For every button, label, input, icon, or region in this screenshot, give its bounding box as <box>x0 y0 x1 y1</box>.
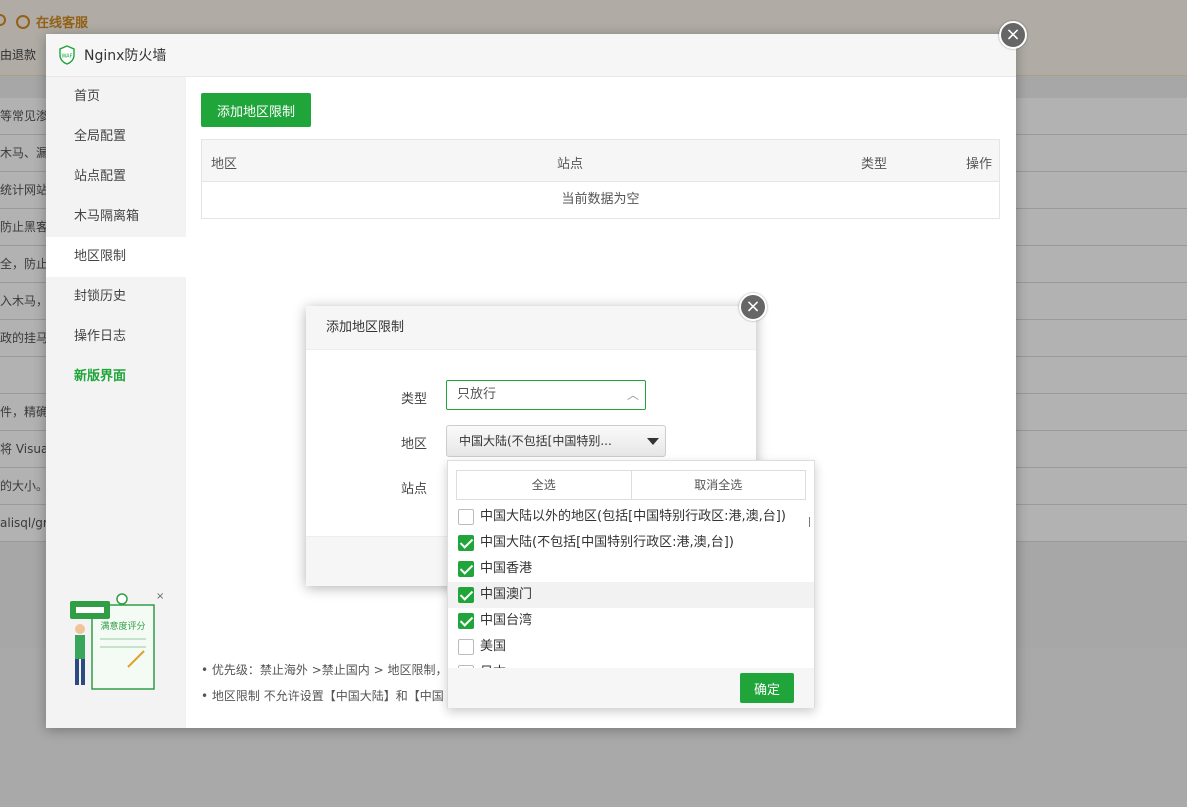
waf-shield-icon: WAF <box>59 45 75 65</box>
sidebar-item-region-limit[interactable]: 地区限制 <box>46 237 186 277</box>
region-option-label: 美国 <box>480 639 507 654</box>
region-option[interactable]: 中国台湾 <box>448 608 814 634</box>
checkbox-checked[interactable] <box>458 561 474 577</box>
chevron-up-icon: ︿ <box>626 388 639 402</box>
waf-logo-text: WAF <box>62 54 73 60</box>
region-option[interactable]: 美国 <box>448 634 814 660</box>
column-header-site: 站点 <box>557 157 584 172</box>
add-region-limit-button[interactable]: 添加地区限制 <box>201 93 311 127</box>
checkbox-checked[interactable] <box>458 587 474 603</box>
dialog-title: 添加地区限制 <box>306 306 756 350</box>
sidebar-item-operation-log[interactable]: 操作日志 <box>46 317 186 357</box>
close-waf-button[interactable]: × <box>999 21 1027 49</box>
select-all-button[interactable]: 全选 <box>457 471 632 499</box>
region-select[interactable]: 中国大陆(不包括[中国特别... <box>446 425 666 457</box>
region-option[interactable]: 日本 <box>448 660 814 668</box>
region-limit-table: 地区 站点 类型 操作 当前数据为空 <box>201 139 1000 219</box>
sidebar-item-block-history[interactable]: 封锁历史 <box>46 277 186 317</box>
confirm-button[interactable]: 确定 <box>740 673 794 703</box>
checkbox-checked[interactable] <box>458 613 474 629</box>
region-select-value: 中国大陆(不包括[中国特别... <box>459 434 612 448</box>
region-option[interactable]: 中国澳门 <box>448 582 814 608</box>
sidebar-item-new-ui[interactable]: 新版界面 <box>46 357 186 397</box>
region-option[interactable]: 中国大陆以外的地区(包括[中国特别行政区:港,澳,台]) <box>448 504 814 530</box>
scrollbar-thumb[interactable] <box>809 517 810 527</box>
waf-header: WAF Nginx防火墙 <box>46 34 1016 77</box>
type-select-value: 只放行 <box>457 387 497 402</box>
column-header-region: 地区 <box>211 157 238 172</box>
dropdown-footer: 确定 <box>448 668 814 708</box>
column-header-type: 类型 <box>861 157 888 172</box>
sidebar-item-home[interactable]: 首页 <box>46 77 186 117</box>
satisfaction-rating-widget[interactable]: 满意度评分 × <box>68 587 163 697</box>
rating-label: 满意度评分 <box>100 620 145 632</box>
type-select[interactable]: 只放行 ︿ <box>446 380 646 410</box>
deselect-all-button[interactable]: 取消全选 <box>632 471 806 499</box>
region-option-label: 中国台湾 <box>480 613 533 628</box>
table-header: 地区 站点 类型 操作 <box>202 140 999 182</box>
region-option-label: 中国大陆以外的地区(包括[中国特别行政区:港,澳,台]) <box>480 509 786 524</box>
region-option[interactable]: 中国大陆(不包括[中国特别行政区:港,澳,台]) <box>448 530 814 556</box>
checkbox-checked[interactable] <box>458 535 474 551</box>
region-option-list: 中国大陆以外的地区(包括[中国特别行政区:港,澳,台]) 中国大陆(不包括[中国… <box>448 504 814 668</box>
region-option[interactable]: 中国香港 <box>448 556 814 582</box>
close-dialog-button[interactable]: × <box>739 293 767 321</box>
site-label: 站点 <box>401 482 428 497</box>
sidebar-item-trojan-quarantine[interactable]: 木马隔离箱 <box>46 197 186 237</box>
checkbox[interactable] <box>458 639 474 655</box>
svg-text:×: × <box>156 591 163 602</box>
help-notes: • 优先级：禁止海外 >禁止国内 > 地区限制，如 • 地区限制 不允许设置【中… <box>201 657 459 709</box>
type-label: 类型 <box>401 392 428 407</box>
empty-table-text: 当前数据为空 <box>561 192 640 207</box>
help-note: • 地区限制 不允许设置【中国大陆】和【中国 <box>201 689 444 703</box>
dropdown-actions: 全选 取消全选 <box>456 470 806 500</box>
sidebar-item-site-config[interactable]: 站点配置 <box>46 157 186 197</box>
region-option-label: 中国大陆(不包括[中国特别行政区:港,澳,台]) <box>480 535 734 550</box>
waf-title: Nginx防火墙 <box>84 48 167 64</box>
help-note: • 优先级：禁止海外 >禁止国内 > 地区限制，如 <box>201 663 460 677</box>
column-header-action: 操作 <box>966 157 993 172</box>
checkbox[interactable] <box>458 509 474 525</box>
sidebar-item-global-config[interactable]: 全局配置 <box>46 117 186 157</box>
region-option-label: 中国香港 <box>480 561 533 576</box>
region-dropdown: 全选 取消全选 中国大陆以外的地区(包括[中国特别行政区:港,澳,台]) 中国大… <box>447 460 815 708</box>
region-label: 地区 <box>401 437 428 452</box>
region-option-label: 中国澳门 <box>480 587 533 602</box>
waf-sidebar: 首页 全局配置 站点配置 木马隔离箱 地区限制 封锁历史 操作日志 新版界面 满… <box>46 77 186 728</box>
caret-down-icon <box>647 438 659 445</box>
